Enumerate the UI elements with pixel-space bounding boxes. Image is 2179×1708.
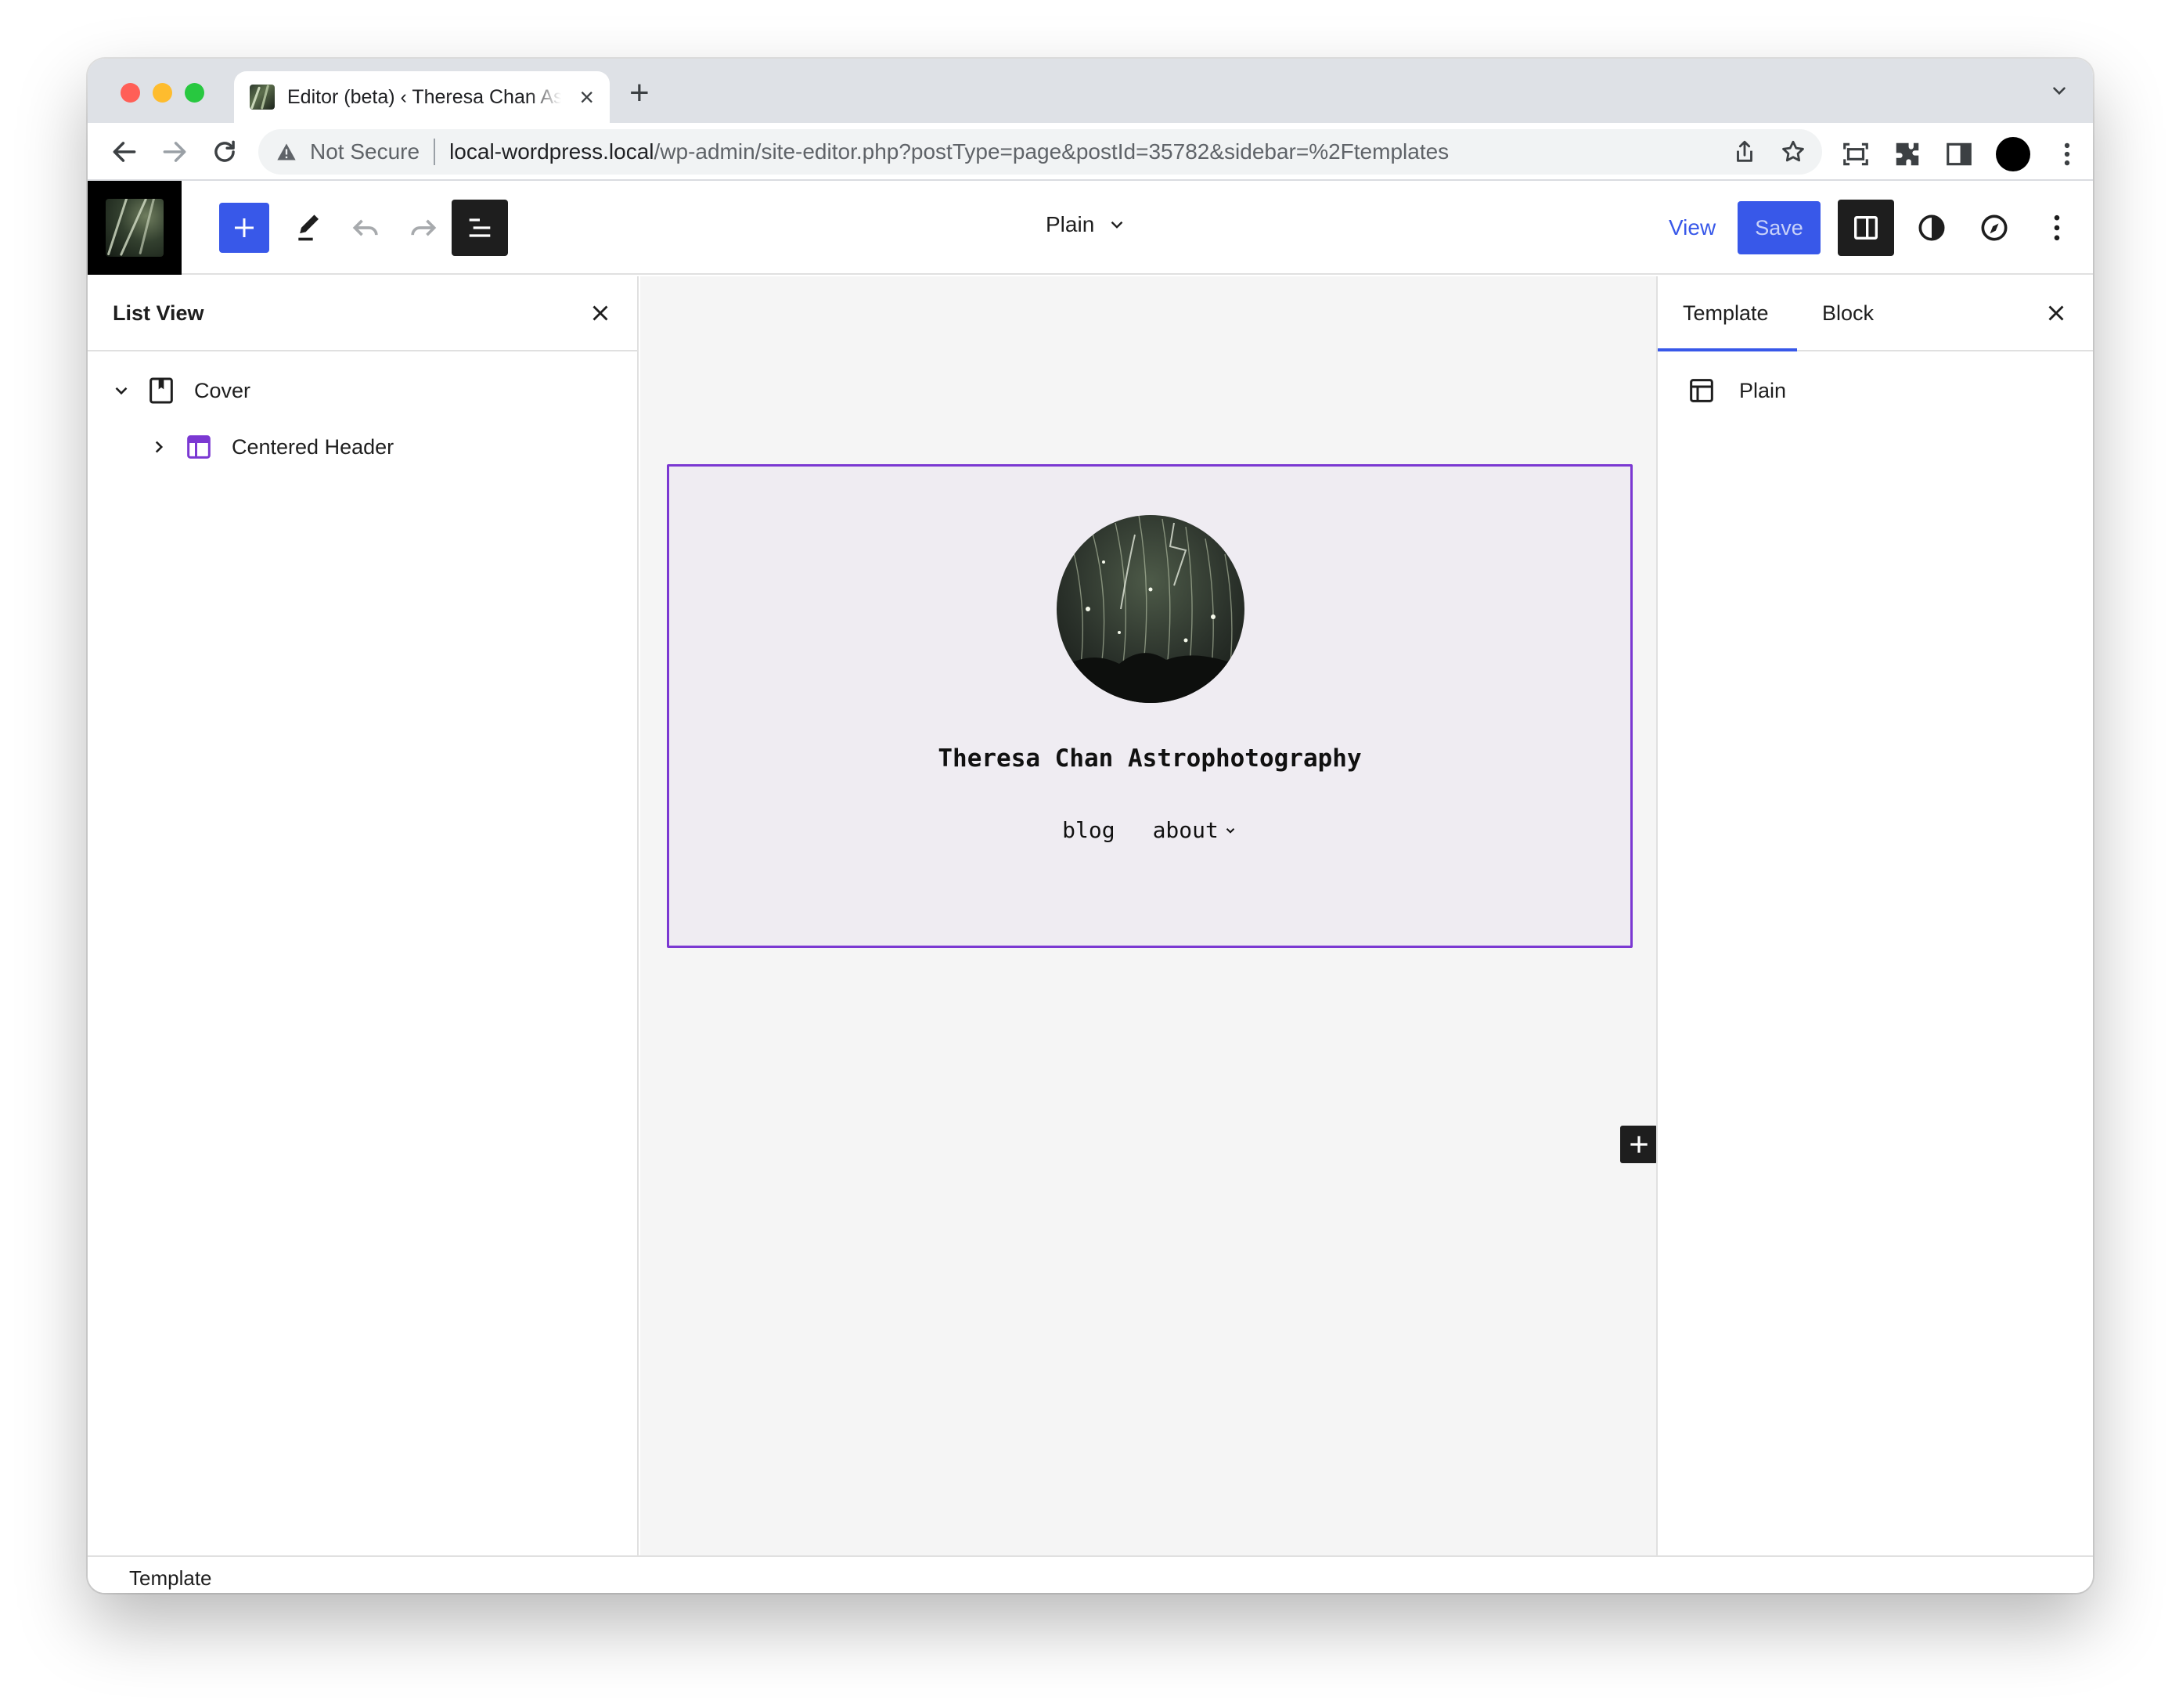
styles-contrast-icon[interactable] [1914, 211, 1949, 245]
edit-pencil-icon[interactable] [293, 209, 327, 243]
warning-triangle-icon[interactable] [276, 141, 297, 163]
list-view-header: List View [88, 276, 637, 351]
list-item-label: Centered Header [232, 434, 394, 459]
cover-block[interactable]: Theresa Chan Astrophotography blog about [667, 464, 1633, 948]
chevron-down-icon [1111, 221, 1123, 229]
cover-icon [149, 377, 173, 404]
editor-canvas: Theresa Chan Astrophotography blog about [640, 276, 1656, 1555]
navigation-block[interactable]: blog about [669, 817, 1630, 843]
view-button[interactable]: View [1669, 215, 1716, 240]
site-logo[interactable] [1057, 515, 1244, 703]
add-block-button[interactable] [1620, 1126, 1658, 1163]
site-hub-button[interactable] [88, 181, 182, 275]
close-sidebar-icon[interactable] [2043, 300, 2069, 326]
settings-sidebar: Template Block Plain [1656, 276, 2093, 1555]
chevron-right-icon[interactable] [149, 437, 169, 457]
minimize-window-button[interactable] [153, 83, 172, 103]
reload-icon[interactable] [210, 137, 240, 167]
layout-icon [1690, 379, 1713, 402]
close-window-button[interactable] [121, 83, 140, 103]
forward-arrow-icon[interactable] [160, 137, 189, 167]
tab-title: Editor (beta) ‹ Theresa Chan Astrophotog… [287, 85, 561, 108]
document-title-dropdown[interactable]: Plain [1046, 212, 1127, 237]
back-arrow-icon[interactable] [110, 137, 139, 167]
plus-icon [235, 218, 254, 237]
sidebar-icon [1854, 216, 1878, 240]
options-menu-icon[interactable] [2040, 211, 2074, 245]
list-view-icon [469, 218, 491, 237]
nav-link-blog[interactable]: blog [1062, 817, 1115, 843]
address-bar: Not Secure local-wordpress.local/wp-admi… [88, 123, 2093, 181]
list-view-title: List View [113, 301, 204, 325]
template-name: Plain [1739, 378, 1787, 402]
submenu-chevron-down-icon[interactable] [1223, 823, 1237, 838]
extensions-puzzle-icon[interactable] [1893, 139, 1922, 169]
save-button[interactable]: Save [1738, 201, 1821, 254]
site-favicon-icon [250, 85, 275, 110]
nav-link-about-label: about [1152, 817, 1219, 843]
breadcrumb-template[interactable]: Template [129, 1566, 212, 1591]
tab-search-chevron-icon[interactable] [2049, 81, 2069, 101]
security-label[interactable]: Not Secure [310, 139, 420, 164]
document-title: Plain [1046, 212, 1095, 236]
new-tab-button[interactable]: + [629, 76, 650, 110]
site-title[interactable]: Theresa Chan Astrophotography [669, 744, 1630, 773]
nav-link-about[interactable]: about [1153, 817, 1237, 843]
share-icon[interactable] [1731, 139, 1758, 165]
browser-tab-active[interactable]: Editor (beta) ‹ Theresa Chan Astrophotog… [234, 71, 610, 123]
list-view-toggle[interactable] [452, 200, 508, 256]
navigation-compass-icon[interactable] [1977, 211, 2012, 245]
browser-window: Editor (beta) ‹ Theresa Chan Astrophotog… [88, 59, 2093, 1593]
settings-sidebar-toggle[interactable] [1838, 200, 1894, 256]
list-item-cover[interactable]: Cover [111, 375, 250, 406]
url-host: local-wordpress.local [449, 139, 654, 164]
list-item-label: Cover [194, 378, 251, 402]
bookmark-star-icon[interactable] [1780, 139, 1806, 165]
star-trails-image [1057, 515, 1244, 703]
screenshot-icon[interactable] [1841, 139, 1871, 169]
browser-menu-icon[interactable] [2052, 139, 2082, 169]
list-item-centered-header[interactable]: Centered Header [149, 431, 394, 463]
omnibox-divider [434, 139, 436, 165]
chevron-down-icon[interactable] [111, 380, 131, 401]
zoom-window-button[interactable] [185, 83, 204, 103]
block-breadcrumb-bar: Template [88, 1555, 2093, 1593]
profile-avatar[interactable] [1996, 137, 2030, 171]
tab-template[interactable]: Template [1683, 301, 1769, 326]
tab-block[interactable]: Block [1822, 301, 1874, 326]
omnibox[interactable]: Not Secure local-wordpress.local/wp-admi… [258, 129, 1822, 175]
editor-header: Plain View Save [88, 181, 2093, 275]
plus-icon [1630, 1136, 1648, 1153]
url-path: /wp-admin/site-editor.php?postType=page&… [654, 139, 1450, 164]
block-inserter-button[interactable] [219, 203, 269, 253]
sidebar-tabs: Template Block [1658, 276, 2093, 351]
tab-bar: Editor (beta) ‹ Theresa Chan Astrophotog… [88, 59, 2093, 123]
undo-icon[interactable] [349, 211, 384, 245]
browser-toolbar-icons [1841, 137, 2082, 171]
redo-icon[interactable] [405, 211, 440, 245]
template-part-icon [187, 435, 211, 459]
tab-close-icon[interactable]: × [579, 85, 594, 110]
omnibox-actions [1731, 139, 1806, 165]
side-panel-icon[interactable] [1944, 139, 1974, 169]
list-view-panel: List View Cover Centered Header [88, 276, 639, 1555]
site-logo-icon [106, 199, 164, 257]
template-card: Plain [1686, 375, 1786, 406]
close-list-view-icon[interactable] [587, 300, 614, 326]
active-tab-indicator [1658, 348, 1797, 351]
